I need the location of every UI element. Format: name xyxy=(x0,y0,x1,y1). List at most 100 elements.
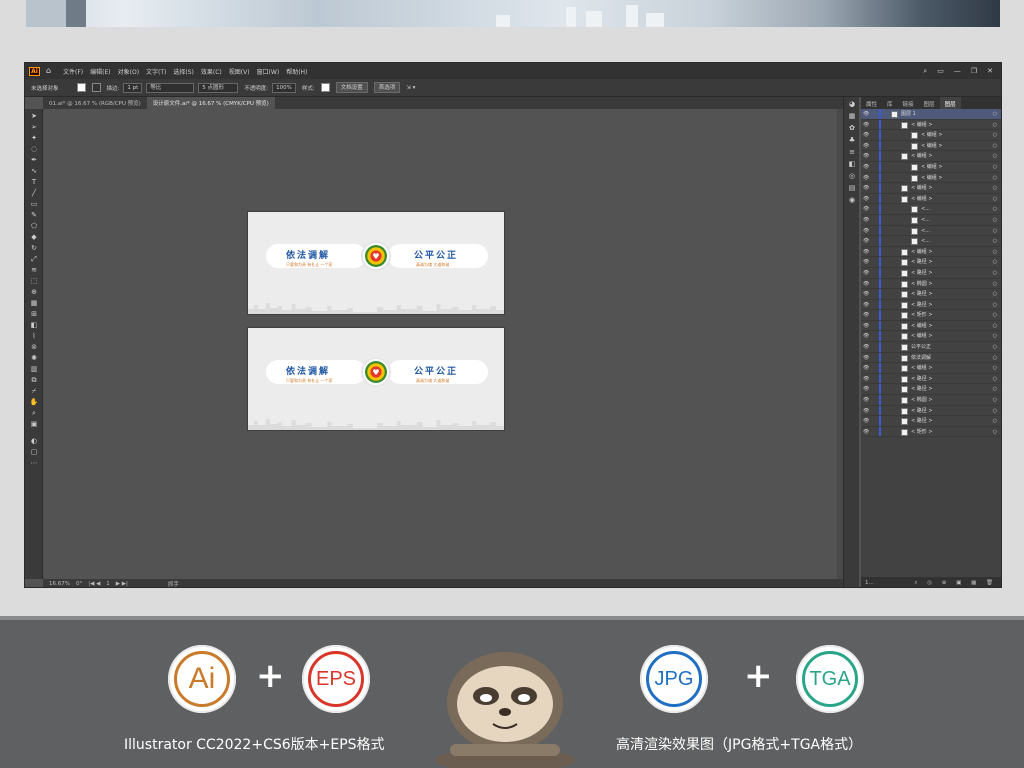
target-circle-icon[interactable]: ○ xyxy=(993,416,997,426)
transparency-panel-icon[interactable]: ◎ xyxy=(847,172,857,181)
layer-row[interactable]: 👁 < 路径 > ○ xyxy=(861,257,1001,268)
target-circle-icon[interactable]: ○ xyxy=(993,120,997,130)
visibility-eye-icon[interactable]: 👁 xyxy=(863,310,869,320)
layer-row[interactable]: 👁 < 编组 > ○ xyxy=(861,363,1001,374)
visibility-eye-icon[interactable]: 👁 xyxy=(863,289,869,299)
menu-object[interactable]: 对象(O) xyxy=(118,67,139,76)
target-circle-icon[interactable]: ○ xyxy=(993,279,997,289)
visibility-eye-icon[interactable]: 👁 xyxy=(863,130,869,140)
layer-row[interactable]: 👁 < 编组 > ○ xyxy=(861,246,1001,258)
rotation-field[interactable]: 0° xyxy=(76,581,82,587)
tab-document-1[interactable]: 01.ai* @ 16.67 % (RGB/CPU 预览) xyxy=(43,97,147,109)
zoom-field[interactable]: 16.67% xyxy=(49,581,70,587)
target-circle-icon[interactable]: ○ xyxy=(993,342,997,352)
layer-row[interactable]: 👁 < 编组 > ○ xyxy=(861,331,1001,343)
artboard-tool-icon[interactable]: ⧉ xyxy=(29,376,39,384)
visibility-eye-icon[interactable]: 👁 xyxy=(863,236,869,246)
graph-tool-icon[interactable]: ▥ xyxy=(29,365,39,373)
visibility-eye-icon[interactable]: 👁 xyxy=(863,151,869,161)
gradient-panel-icon[interactable]: ◧ xyxy=(847,160,857,169)
artboard-2[interactable]: 依法调解 只要和为贵 有礼让 一个家 公平公正 真诚为魂 大道和谐 ♥ xyxy=(247,327,505,431)
swatches-panel-icon[interactable]: ▦ xyxy=(847,112,857,121)
appearance-panel-icon[interactable]: ▤ xyxy=(847,184,857,193)
layer-row[interactable]: 👁 < 编组 > ○ xyxy=(861,119,1001,131)
target-circle-icon[interactable]: ○ xyxy=(993,151,997,161)
target-circle-icon[interactable]: ○ xyxy=(993,226,997,236)
pen-tool-icon[interactable]: ✒ xyxy=(29,156,39,164)
target-circle-icon[interactable]: ○ xyxy=(993,331,997,341)
target-circle-icon[interactable]: ○ xyxy=(993,289,997,299)
rotate-tool-icon[interactable]: ↻ xyxy=(29,244,39,252)
menu-effect[interactable]: 效果(C) xyxy=(201,67,222,76)
color-panel-icon[interactable]: ◕ xyxy=(847,100,857,109)
target-circle-icon[interactable]: ○ xyxy=(993,406,997,416)
visibility-eye-icon[interactable]: 👁 xyxy=(863,395,869,405)
target-circle-icon[interactable]: ○ xyxy=(993,194,997,204)
target-circle-icon[interactable]: ○ xyxy=(993,257,997,267)
target-circle-icon[interactable]: ○ xyxy=(993,141,997,151)
free-transform-tool-icon[interactable]: ⬚ xyxy=(29,277,39,285)
target-circle-icon[interactable]: ○ xyxy=(993,162,997,172)
layer-row[interactable]: 👁 <... ○ xyxy=(861,236,1001,247)
type-tool-icon[interactable]: T xyxy=(29,178,39,186)
canvas[interactable]: 依法调解 只要和为贵 有礼让 一个家 公平公正 真诚为魂 大道和谐 ♥ 依法调解… xyxy=(43,109,843,579)
layer-row[interactable]: 👁 <... ○ xyxy=(861,204,1001,215)
brush-select[interactable]: 5 点圆形 xyxy=(198,82,239,93)
direct-selection-tool-icon[interactable]: ➢ xyxy=(29,123,39,131)
stroke-weight-field[interactable]: 1 pt xyxy=(123,82,143,93)
layer-row[interactable]: 👁 < 编组 > ○ xyxy=(861,193,1001,205)
brushes-panel-icon[interactable]: ✿ xyxy=(847,124,857,133)
arrange-icon[interactable]: ▭ xyxy=(937,67,944,75)
layer-row[interactable]: 👁 <... ○ xyxy=(861,214,1001,226)
visibility-eye-icon[interactable]: 👁 xyxy=(863,204,869,214)
scale-tool-icon[interactable]: ⤢ xyxy=(29,255,39,263)
tab-links[interactable]: 链接 xyxy=(898,97,919,109)
layer-actions[interactable]: ⌕ ◎ ⊕ ▣ ▦ 🗑 xyxy=(914,580,1001,587)
layer-row[interactable]: 👁 < 路径 > ○ xyxy=(861,373,1001,385)
layer-row[interactable]: 👁 < 路径 > ○ xyxy=(861,267,1001,279)
artboard-nav-next[interactable]: ▶ ▶| xyxy=(116,581,128,587)
layer-row[interactable]: 👁 < 路径 > ○ xyxy=(861,405,1001,417)
artboard-number[interactable]: 1 xyxy=(106,581,110,587)
shape-builder-tool-icon[interactable]: ⊕ xyxy=(29,288,39,296)
target-circle-icon[interactable]: ○ xyxy=(993,300,997,310)
layer-row[interactable]: 👁 <... ○ xyxy=(861,225,1001,237)
visibility-eye-icon[interactable]: 👁 xyxy=(863,162,869,172)
blend-tool-icon[interactable]: ⊚ xyxy=(29,343,39,351)
visibility-eye-icon[interactable]: 👁 xyxy=(863,183,869,193)
menu-help[interactable]: 帮助(H) xyxy=(286,67,307,76)
layer-row[interactable]: 👁 < 编组 > ○ xyxy=(861,172,1001,184)
visibility-eye-icon[interactable]: 👁 xyxy=(863,384,869,394)
target-circle-icon[interactable]: ○ xyxy=(993,130,997,140)
align-icon[interactable]: ⇲ ▾ xyxy=(406,85,415,91)
visibility-eye-icon[interactable]: 👁 xyxy=(863,427,869,437)
visibility-eye-icon[interactable]: 👁 xyxy=(863,173,869,183)
menu-view[interactable]: 视图(V) xyxy=(229,67,250,76)
warp-tool-icon[interactable]: ≋ xyxy=(29,266,39,274)
target-circle-icon[interactable]: ○ xyxy=(993,353,997,363)
layer-row[interactable]: 👁 < 矩形 > ○ xyxy=(861,426,1001,438)
gradient-tool-icon[interactable]: ◧ xyxy=(29,321,39,329)
document-setup-button[interactable]: 文档设置 xyxy=(335,82,368,93)
target-circle-icon[interactable]: ○ xyxy=(993,247,997,257)
line-tool-icon[interactable]: ╱ xyxy=(29,189,39,197)
symbols-panel-icon[interactable]: ♣ xyxy=(847,136,857,145)
visibility-eye-icon[interactable]: 👁 xyxy=(863,226,869,236)
target-circle-icon[interactable]: ○ xyxy=(993,384,997,394)
visibility-eye-icon[interactable]: 👁 xyxy=(863,331,869,341)
visibility-eye-icon[interactable]: 👁 xyxy=(863,300,869,310)
zoom-tool-icon[interactable]: ⌕ xyxy=(29,409,39,417)
menu-select[interactable]: 选择(S) xyxy=(173,67,194,76)
visibility-eye-icon[interactable]: 👁 xyxy=(863,268,869,278)
layer-row[interactable]: 👁 < 编组 > ○ xyxy=(861,130,1001,141)
layer-row[interactable]: 👁 < 编组 > ○ xyxy=(861,320,1001,332)
target-circle-icon[interactable]: ○ xyxy=(993,363,997,373)
menu-type[interactable]: 文字(T) xyxy=(146,67,166,76)
layer-row[interactable]: 👁 < 椭圆 > ○ xyxy=(861,395,1001,406)
layer-row[interactable]: 👁 图层 1 ○ xyxy=(861,109,1001,120)
layer-row[interactable]: 👁 < 编组 > ○ xyxy=(861,140,1001,152)
eyedropper-tool-icon[interactable]: ⌇ xyxy=(29,332,39,340)
hand-tool-icon[interactable]: ✋ xyxy=(29,398,39,406)
mesh-tool-icon[interactable]: ⊞ xyxy=(29,310,39,318)
magic-wand-tool-icon[interactable]: ✦ xyxy=(29,134,39,142)
